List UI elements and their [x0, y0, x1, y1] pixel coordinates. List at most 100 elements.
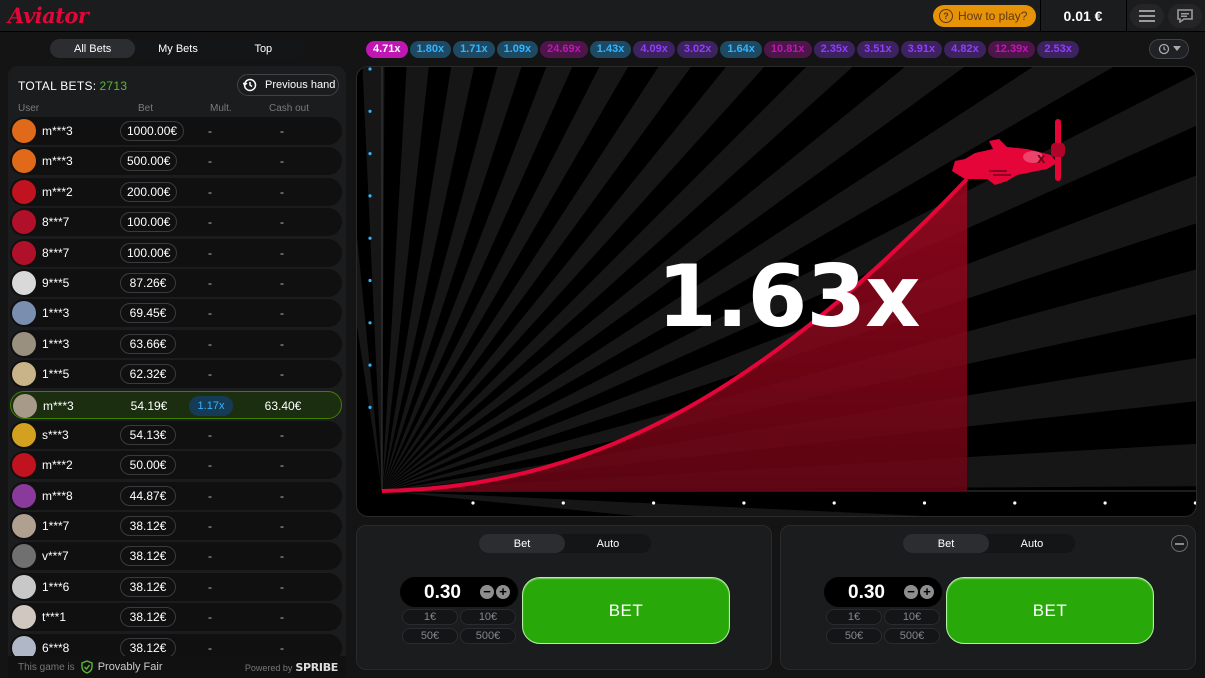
- history-multiplier-chip[interactable]: 1.80x: [409, 41, 452, 58]
- bet-multiplier: -: [208, 458, 212, 473]
- history-multiplier-chip[interactable]: 1.64x: [720, 41, 762, 58]
- bet-cashout: -: [280, 306, 284, 321]
- history-multiplier-chip[interactable]: 2.53x: [1037, 41, 1079, 58]
- plus-icon[interactable]: +: [496, 585, 510, 599]
- bet-multiplier: -: [208, 427, 212, 442]
- history-multiplier-chip[interactable]: 2.35x: [813, 41, 856, 58]
- bet-multiplier: 1.17x: [189, 395, 233, 416]
- game-canvas: X 1.63x: [356, 66, 1197, 517]
- avatar: [12, 514, 36, 539]
- bet-amount: 38.12€: [120, 546, 176, 567]
- quick-amount-button[interactable]: 50€: [402, 628, 458, 644]
- bet-button[interactable]: BET: [522, 577, 730, 644]
- bet-row: 8***7 100.00€ - -: [10, 208, 342, 237]
- aviator-logo[interactable]: Aviator: [8, 3, 89, 28]
- quick-amount-button[interactable]: 10€: [460, 609, 516, 625]
- bet-row: v***7 38.12€ - -: [10, 542, 342, 571]
- previous-hand-label: Previous hand: [265, 79, 336, 91]
- avatar: [12, 210, 36, 235]
- bet-cashout: -: [280, 549, 284, 564]
- history-multiplier-chip[interactable]: 4.71x: [366, 41, 408, 58]
- bet-row: 1***7 38.12€ - -: [10, 512, 342, 541]
- footer: This game is Provably Fair Powered by SPR…: [8, 656, 346, 678]
- tab-my-bets[interactable]: My Bets: [135, 39, 220, 58]
- quick-amount-button[interactable]: 500€: [460, 628, 516, 644]
- bet-multiplier: -: [208, 367, 212, 382]
- history-multiplier-chip[interactable]: 1.09x: [496, 41, 539, 58]
- question-icon: ?: [939, 9, 953, 23]
- bet-amount-input[interactable]: 0.30: [400, 582, 485, 604]
- bet-amount: 1000.00€: [120, 121, 185, 141]
- how-to-play-label: How to play?: [958, 9, 1028, 23]
- history-multiplier-chip[interactable]: 3.02x: [676, 41, 719, 58]
- divider: [1040, 0, 1041, 32]
- bet-button[interactable]: BET: [946, 577, 1154, 644]
- bet-multiplier: -: [208, 275, 212, 290]
- bet-cashout: -: [280, 610, 284, 625]
- provably-fair-link[interactable]: Provably Fair: [98, 661, 163, 673]
- quick-amount-button[interactable]: 50€: [826, 628, 882, 644]
- history-multiplier-chip[interactable]: 12.39x: [987, 41, 1036, 58]
- bet-row: m***3 1000.00€ - -: [10, 117, 342, 145]
- tab-all-bets[interactable]: All Bets: [50, 39, 136, 58]
- history-multiplier-chip[interactable]: 1.43x: [589, 41, 632, 58]
- quick-amount-button[interactable]: 1€: [826, 609, 882, 625]
- history-dropdown-button[interactable]: [1149, 39, 1189, 59]
- quick-amount-button[interactable]: 1€: [402, 609, 458, 625]
- total-bets: TOTAL BETS: 2713: [18, 79, 127, 93]
- history-multiplier-chip[interactable]: 3.91x: [900, 41, 943, 58]
- axis-dot: [561, 501, 565, 505]
- tab-auto[interactable]: Auto: [565, 534, 651, 553]
- bet-cashout: -: [280, 336, 284, 351]
- tab-auto[interactable]: Auto: [989, 534, 1075, 553]
- sunburst-ray: [382, 491, 925, 516]
- axis-dot: [368, 278, 372, 283]
- bet-row: 1***6 38.12€ - -: [10, 572, 342, 601]
- bet-user: v***7: [42, 549, 69, 564]
- bet-user: 1***7: [42, 519, 70, 534]
- quick-amount-button[interactable]: 500€: [884, 628, 940, 644]
- avatar: [12, 149, 36, 174]
- bet-cashout: -: [280, 458, 284, 473]
- bet-multiplier: -: [208, 549, 212, 564]
- bet-user: 1***3: [42, 306, 70, 321]
- bet-user: m***8: [42, 488, 73, 503]
- how-to-play-button[interactable]: ? How to play?: [933, 5, 1036, 27]
- avatar: [12, 270, 36, 295]
- bet-multiplier: -: [208, 336, 212, 351]
- remove-panel-icon[interactable]: [1171, 535, 1188, 552]
- bet-user: m***3: [43, 398, 74, 413]
- bet-cashout: 63.40€: [264, 398, 302, 413]
- svg-text:X: X: [1037, 153, 1046, 166]
- minus-icon[interactable]: −: [480, 585, 494, 599]
- bet-cashout: -: [280, 488, 284, 503]
- bet-user: t***1: [42, 610, 67, 625]
- previous-hand-button[interactable]: Previous hand: [237, 74, 339, 96]
- history-multiplier-chip[interactable]: 3.51x: [857, 41, 899, 58]
- bet-multiplier: -: [208, 124, 212, 138]
- bet-multiplier: -: [208, 306, 212, 321]
- spribe-logo: SPRIBE: [295, 660, 338, 674]
- plus-icon[interactable]: +: [920, 585, 934, 599]
- bet-row: 8***7 100.00€ - -: [10, 238, 342, 267]
- chat-button[interactable]: [1168, 4, 1202, 28]
- tab-top[interactable]: Top: [221, 39, 306, 58]
- avatar: [12, 301, 36, 326]
- tab-bet[interactable]: Bet: [903, 534, 989, 553]
- history-multiplier-chip[interactable]: 10.81x: [763, 41, 812, 58]
- bets-list: m***3 1000.00€ - - m***3 500.00€ - - m***2 200.00…: [10, 117, 342, 664]
- avatar: [12, 453, 36, 478]
- tab-bet[interactable]: Bet: [479, 534, 565, 553]
- quick-amount-button[interactable]: 10€: [884, 609, 940, 625]
- history-multiplier-chip[interactable]: 24.69x: [540, 41, 588, 58]
- bet-amount-input[interactable]: 0.30: [824, 582, 909, 604]
- history-multiplier-chip[interactable]: 1.71x: [453, 41, 495, 58]
- history-multiplier-chip[interactable]: 4.09x: [633, 41, 675, 58]
- history-multiplier-chip[interactable]: 4.82x: [944, 41, 986, 58]
- balance-display: 0.01 €: [1063, 8, 1103, 24]
- bet-user: 1***5: [42, 367, 70, 382]
- minus-icon[interactable]: −: [904, 585, 918, 599]
- axis-dot: [368, 194, 372, 198]
- bet-user: m***2: [42, 458, 73, 473]
- menu-button[interactable]: [1130, 4, 1164, 28]
